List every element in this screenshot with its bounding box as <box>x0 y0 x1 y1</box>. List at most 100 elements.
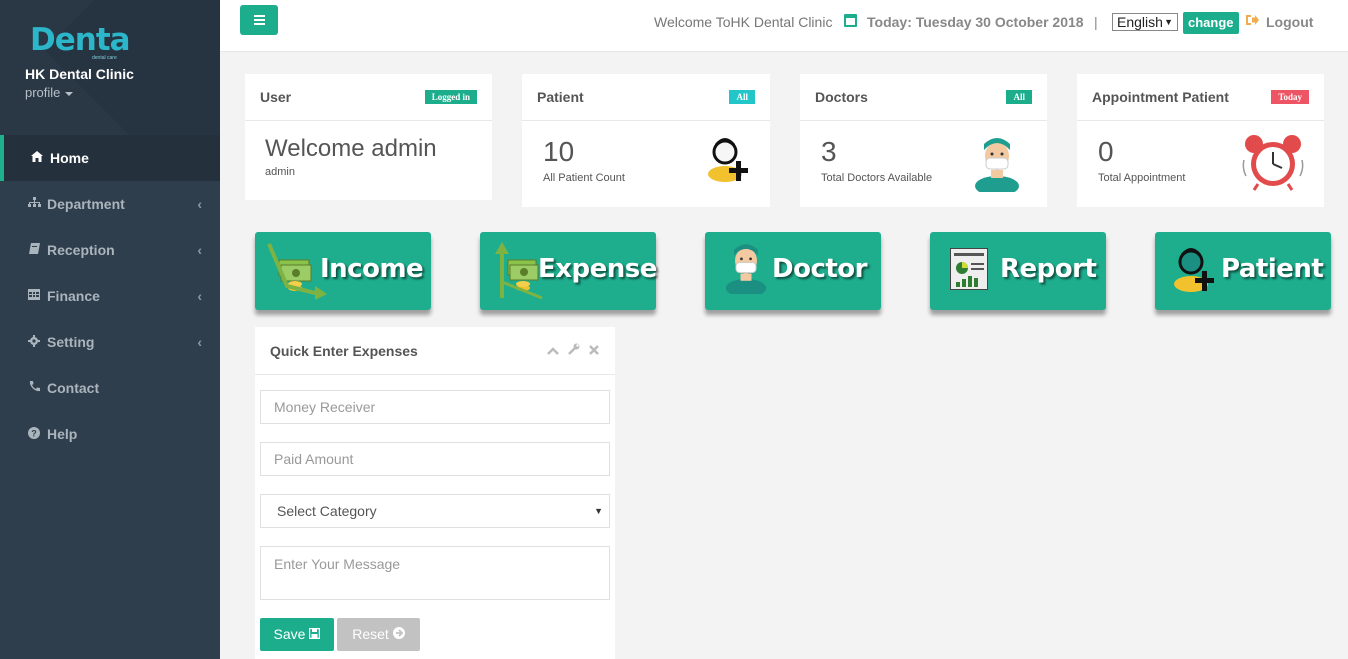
sidebar-item-reception[interactable]: Reception ‹ <box>0 227 220 273</box>
status-badge: All <box>1006 90 1032 104</box>
welcome-text: Welcome ToHK Dental Clinic <box>654 14 833 30</box>
income-button[interactable]: Income <box>255 232 431 310</box>
table-icon <box>25 289 43 303</box>
card-title: Patient <box>537 89 584 105</box>
patient-card: Patient All 10 All Patient Count <box>522 74 770 207</box>
change-language-button[interactable]: change <box>1183 12 1239 34</box>
chevron-left-icon: ‹ <box>197 242 202 258</box>
caret-down-icon <box>65 91 74 96</box>
reset-label: Reset <box>352 626 389 642</box>
card-header: Doctors All <box>800 74 1047 121</box>
brand-area: Denta dental care HK Dental Clinic profi… <box>0 0 220 135</box>
patient-count-label: All Patient Count <box>543 172 625 184</box>
add-patient-icon <box>1173 244 1217 297</box>
category-select[interactable]: Select Category ▼ <box>260 494 610 528</box>
floppy-disk-icon <box>309 619 321 652</box>
sidebar-item-label: Help <box>47 426 78 442</box>
status-badge: All <box>729 90 755 104</box>
reset-circle-icon <box>392 619 405 652</box>
book-icon <box>25 243 43 257</box>
collapse-icon[interactable] <box>547 343 559 358</box>
dropdown-arrow-icon: ▼ <box>594 506 603 516</box>
reset-button[interactable]: Reset <box>337 618 420 651</box>
alarm-clock-icon <box>1242 132 1304 197</box>
question-icon: ? <box>25 426 43 442</box>
patient-button[interactable]: Patient <box>1155 232 1331 310</box>
doctor-icon <box>725 242 767 299</box>
doctor-label: Doctor <box>772 254 867 284</box>
username-text: admin <box>265 166 295 178</box>
top-navbar: Welcome ToHK Dental Clinic Today: Tuesda… <box>220 0 1348 52</box>
card-title: Doctors <box>815 89 868 105</box>
sidebar: Denta dental care HK Dental Clinic profi… <box>0 0 220 659</box>
doctor-count-label: Total Doctors Available <box>821 172 933 184</box>
card-header: Patient All <box>522 74 770 121</box>
income-label: Income <box>320 254 424 284</box>
quick-expenses-panel: Quick Enter Expenses Money Receiver Paid… <box>255 327 615 659</box>
chevron-left-icon: ‹ <box>197 334 202 350</box>
chevron-left-icon: ‹ <box>197 288 202 304</box>
panel-header: Quick Enter Expenses <box>255 327 615 375</box>
patient-label: Patient <box>1221 254 1324 284</box>
svg-text:?: ? <box>31 428 37 438</box>
home-icon <box>28 151 46 165</box>
clinic-name: HK Dental Clinic <box>25 66 134 82</box>
report-icon <box>949 247 989 295</box>
appointment-count-label: Total Appointment <box>1098 172 1186 184</box>
language-select[interactable]: English ▼ <box>1112 13 1178 31</box>
sidebar-item-home[interactable]: Home <box>0 135 220 181</box>
status-badge: Logged in <box>424 90 477 104</box>
phone-icon <box>25 381 43 395</box>
logout-link[interactable]: Logout <box>1266 14 1313 30</box>
appointment-card: Appointment Patient Today 0 Total Appoin… <box>1077 74 1324 207</box>
dropdown-arrow-icon: ▼ <box>1164 17 1173 27</box>
calendar-icon <box>844 14 857 27</box>
panel-title: Quick Enter Expenses <box>270 343 418 359</box>
profile-dropdown[interactable]: profile <box>25 85 74 100</box>
close-icon[interactable] <box>589 343 599 358</box>
expense-button[interactable]: Expense <box>480 232 657 310</box>
card-header: User Logged in <box>245 74 492 121</box>
doctor-count: 3 <box>821 136 837 167</box>
sidebar-item-label: Reception <box>47 242 115 258</box>
logout-icon[interactable] <box>1246 13 1259 29</box>
appointment-count: 0 <box>1098 136 1114 167</box>
save-label: Save <box>273 626 306 642</box>
wrench-icon[interactable] <box>568 343 580 358</box>
menu-toggle-button[interactable] <box>240 5 278 35</box>
expense-label: Expense <box>538 254 657 284</box>
card-header: Appointment Patient Today <box>1077 74 1324 121</box>
sidebar-item-label: Finance <box>47 288 100 304</box>
sidebar-item-label: Department <box>47 196 125 212</box>
add-patient-icon <box>707 134 751 187</box>
profile-label: profile <box>25 85 61 100</box>
message-textarea[interactable]: Enter Your Message <box>260 546 610 600</box>
gear-icon <box>25 334 43 350</box>
patient-count: 10 <box>543 136 575 167</box>
card-title: User <box>260 89 292 105</box>
logo-subtitle: dental care <box>92 55 117 61</box>
user-card: User Logged in Welcome admin admin <box>245 74 492 200</box>
sidebar-item-setting[interactable]: Setting ‹ <box>0 319 220 365</box>
sidebar-item-label: Home <box>50 150 89 166</box>
doctors-card: Doctors All 3 Total Doctors Available <box>800 74 1047 207</box>
sidebar-item-finance[interactable]: Finance ‹ <box>0 273 220 319</box>
save-button[interactable]: Save <box>260 618 334 651</box>
status-badge: Today <box>1271 90 1309 104</box>
sidebar-item-label: Setting <box>47 334 95 350</box>
paid-amount-input[interactable]: Paid Amount <box>260 442 610 476</box>
sidebar-item-help[interactable]: ? Help <box>0 411 220 457</box>
welcome-admin-text: Welcome admin <box>265 135 437 162</box>
report-button[interactable]: Report <box>930 232 1106 310</box>
money-receiver-input[interactable]: Money Receiver <box>260 390 610 424</box>
sitemap-icon <box>25 197 43 211</box>
today-date: Today: Tuesday 30 October 2018 <box>867 14 1084 30</box>
card-title: Appointment Patient <box>1092 89 1229 105</box>
doctor-button[interactable]: Doctor <box>705 232 881 310</box>
category-selected-value: Select Category <box>277 503 377 519</box>
chevron-left-icon: ‹ <box>197 196 202 212</box>
sidebar-item-contact[interactable]: Contact <box>0 365 220 411</box>
logo: Denta <box>30 22 131 58</box>
separator: | <box>1094 14 1098 30</box>
sidebar-item-department[interactable]: Department ‹ <box>0 181 220 227</box>
